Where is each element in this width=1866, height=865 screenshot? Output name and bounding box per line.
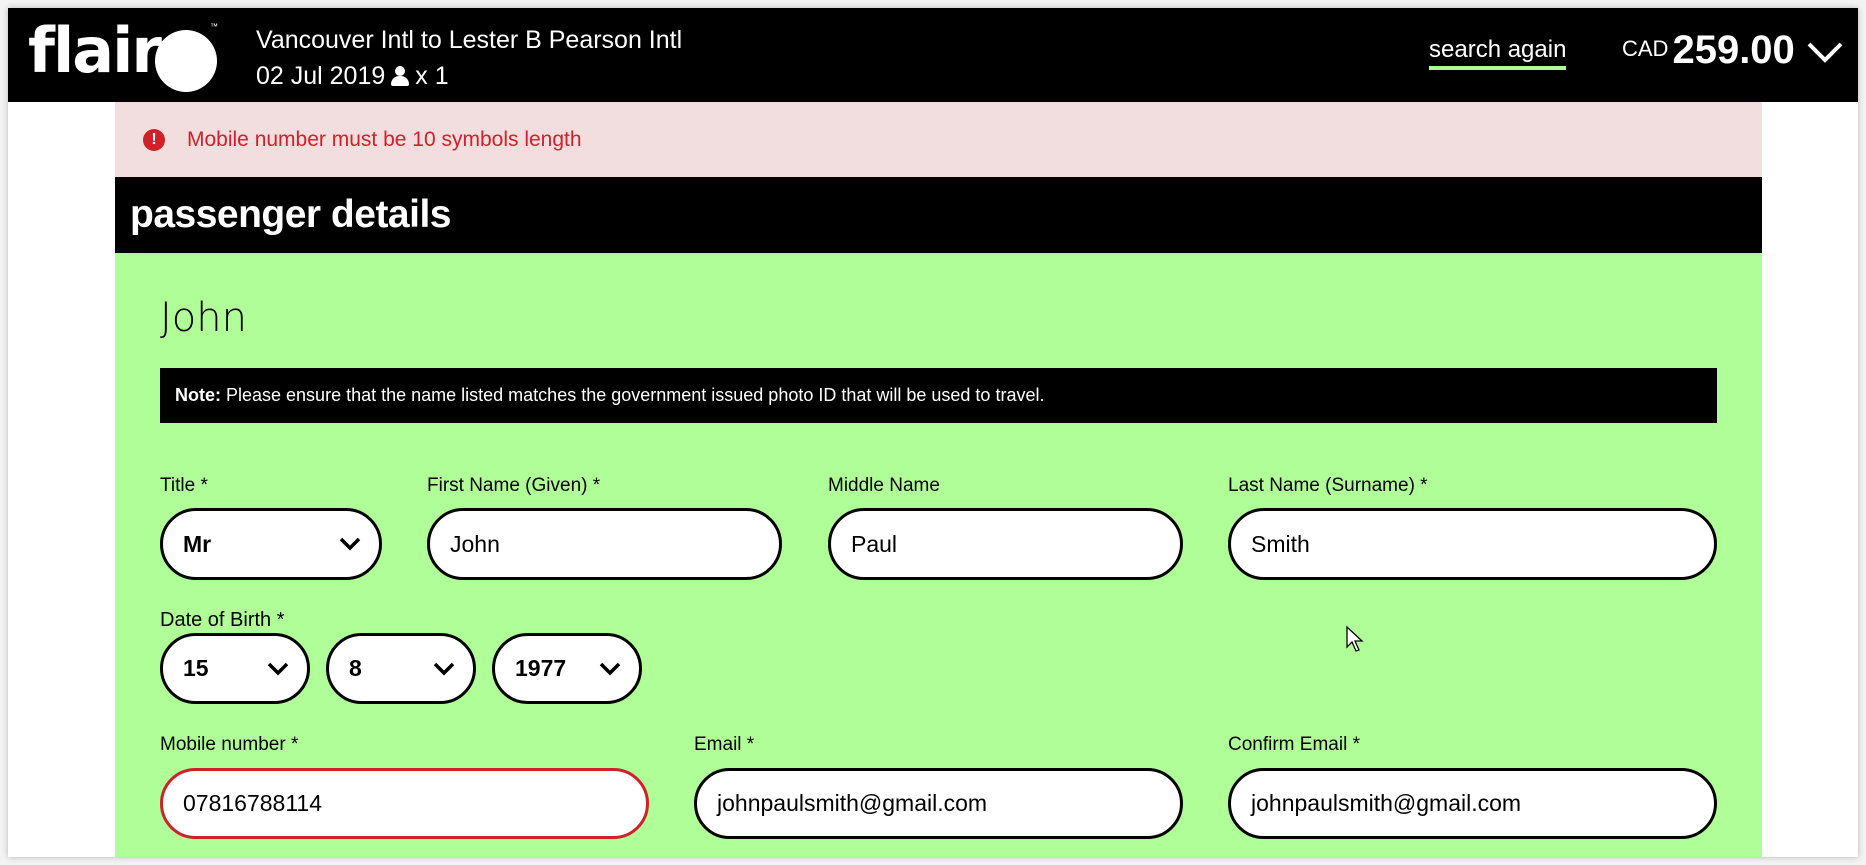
person-icon — [391, 66, 410, 86]
trademark-symbol: ™ — [210, 22, 218, 31]
search-again-link[interactable]: search again — [1429, 36, 1567, 70]
title-value: Mr — [183, 530, 212, 557]
last-name-label: Last Name (Surname) * — [1228, 475, 1428, 496]
dob-day-select[interactable]: 15 — [160, 633, 310, 704]
logo-circle-icon — [155, 30, 217, 92]
first-name-label: First Name (Given) * — [427, 475, 601, 496]
error-banner: ! Mobile number must be 10 symbols lengt… — [115, 102, 1762, 177]
main-content: ! Mobile number must be 10 symbols lengt… — [115, 102, 1762, 857]
trip-date: 02 Jul 2019 — [256, 62, 386, 90]
confirm-email-label: Confirm Email * — [1228, 734, 1360, 755]
dob-day-value: 15 — [183, 655, 209, 681]
chevron-down-icon[interactable] — [1805, 36, 1845, 66]
price-summary-toggle[interactable]: CAD 259.00 — [1622, 28, 1845, 73]
last-name-input[interactable]: Smith — [1228, 508, 1717, 580]
passenger-form: John Note: Please ensure that the name l… — [115, 253, 1762, 857]
mobile-value: 07816788114 — [183, 790, 322, 816]
first-name-value: John — [450, 530, 500, 557]
email-label: Email * — [694, 734, 755, 755]
email-value: johnpaulsmith@gmail.com — [717, 790, 988, 816]
title-select[interactable]: Mr — [160, 508, 382, 580]
middle-name-input[interactable]: Paul — [828, 508, 1183, 580]
section-header: passenger details — [115, 177, 1762, 253]
dob-month-value: 8 — [349, 655, 362, 681]
passenger-name-heading: John — [160, 295, 247, 341]
chevron-down-icon — [599, 662, 621, 675]
logo-wordmark: flair — [28, 14, 162, 87]
email-input[interactable]: johnpaulsmith@gmail.com — [694, 768, 1183, 839]
middle-name-label: Middle Name — [828, 475, 940, 496]
confirm-email-value: johnpaulsmith@gmail.com — [1251, 790, 1522, 816]
chevron-down-icon — [339, 537, 361, 551]
trip-date-line: 02 Jul 2019 x 1 — [256, 58, 682, 94]
mouse-cursor-icon — [1346, 625, 1364, 652]
route-text: Vancouver Intl to Lester B Pearson Intl — [256, 26, 683, 54]
note-label: Note: — [175, 385, 221, 405]
section-title: passenger details — [130, 193, 451, 236]
note-text: Please ensure that the name listed match… — [226, 385, 1045, 405]
mobile-input[interactable]: 07816788114 — [160, 768, 649, 839]
confirm-email-input[interactable]: johnpaulsmith@gmail.com — [1228, 768, 1717, 839]
error-message: Mobile number must be 10 symbols length — [187, 127, 582, 151]
chevron-down-icon — [267, 662, 289, 675]
price-amount: 259.00 — [1672, 28, 1795, 72]
passenger-count: x 1 — [415, 62, 449, 90]
dob-label: Date of Birth * — [160, 609, 285, 631]
top-header: flair ™ Vancouver Intl to Lester B Pears… — [8, 8, 1858, 102]
price-currency: CAD — [1622, 36, 1669, 61]
dob-year-select[interactable]: 1977 — [492, 633, 642, 704]
middle-name-value: Paul — [851, 530, 898, 557]
browser-window: flair ™ Vancouver Intl to Lester B Pears… — [8, 8, 1858, 857]
dob-year-value: 1977 — [515, 655, 567, 681]
id-note: Note: Please ensure that the name listed… — [160, 368, 1717, 423]
last-name-value: Smith — [1251, 530, 1310, 557]
dob-month-select[interactable]: 8 — [326, 633, 476, 704]
chevron-down-icon — [433, 662, 455, 675]
title-label: Title * — [160, 475, 208, 496]
trip-summary: Vancouver Intl to Lester B Pearson Intl … — [256, 22, 682, 94]
mobile-label: Mobile number * — [160, 734, 299, 755]
exclamation-circle-icon: ! — [143, 128, 165, 151]
first-name-input[interactable]: John — [427, 508, 782, 580]
